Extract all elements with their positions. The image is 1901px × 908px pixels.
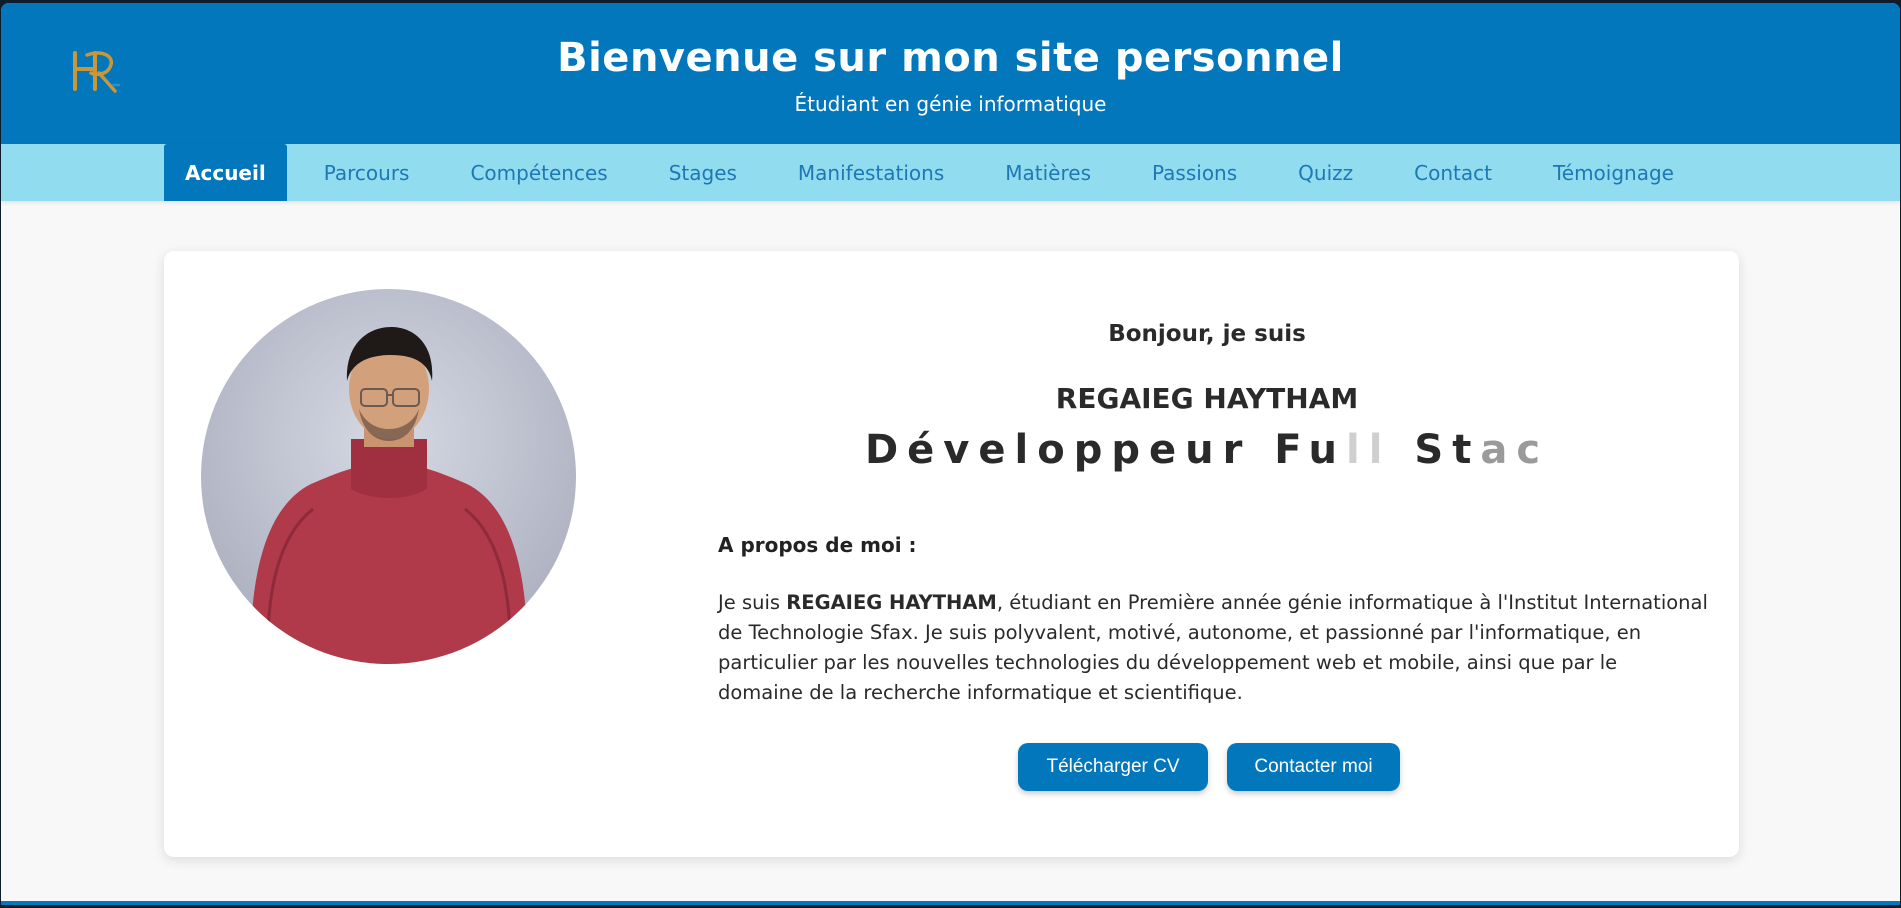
download-cv-button[interactable]: Télécharger CV — [1018, 743, 1208, 791]
profile-photo — [201, 289, 576, 664]
profile-card: Bonjour, je suis REGAIEG HAYTHAM Dévelop… — [164, 251, 1739, 857]
nav-item-competences[interactable]: Compétences — [449, 144, 628, 201]
role-text-visible-2: St — [1414, 427, 1481, 473]
contact-me-button[interactable]: Contacter moi — [1227, 743, 1400, 791]
about-paragraph: Je suis REGAIEG HAYTHAM, étudiant en Pre… — [718, 588, 1708, 708]
role-text-fading-2: ac — [1480, 427, 1550, 473]
nav-item-temoignage[interactable]: Témoignage — [1532, 144, 1695, 201]
nav-item-matieres[interactable]: Matières — [984, 144, 1112, 201]
nav-item-passions[interactable]: Passions — [1131, 144, 1258, 201]
about-prefix: Je suis — [718, 591, 787, 614]
page-bottom-border — [1, 901, 1900, 905]
nav-item-quizz[interactable]: Quizz — [1277, 144, 1374, 201]
site-subtitle: Étudiant en génie informatique — [794, 92, 1107, 116]
role-text-fading-1: ll — [1346, 427, 1392, 473]
nav-item-manifestations[interactable]: Manifestations — [777, 144, 965, 201]
about-name: REGAIEG HAYTHAM — [786, 591, 997, 614]
browser-page: Bienvenue sur mon site personnel Étudian… — [1, 3, 1900, 905]
role-text-visible: Développeur Fu — [864, 427, 1347, 473]
main-nav: Accueil Parcours Compétences Stages Mani… — [1, 144, 1900, 201]
profile-name: REGAIEG HAYTHAM — [1055, 382, 1359, 415]
site-header: Bienvenue sur mon site personnel Étudian… — [1, 3, 1900, 144]
role-text-space — [1391, 427, 1414, 473]
nav-item-parcours[interactable]: Parcours — [303, 144, 431, 201]
nav-item-accueil[interactable]: Accueil — [164, 144, 287, 201]
nav-item-contact[interactable]: Contact — [1393, 144, 1513, 201]
greeting-text: Bonjour, je suis — [1108, 321, 1306, 347]
typing-role-text: Développeur Full Stac — [717, 427, 1697, 473]
about-title: A propos de moi : — [718, 533, 917, 557]
site-title: Bienvenue sur mon site personnel — [557, 35, 1344, 81]
nav-item-stages[interactable]: Stages — [648, 144, 758, 201]
